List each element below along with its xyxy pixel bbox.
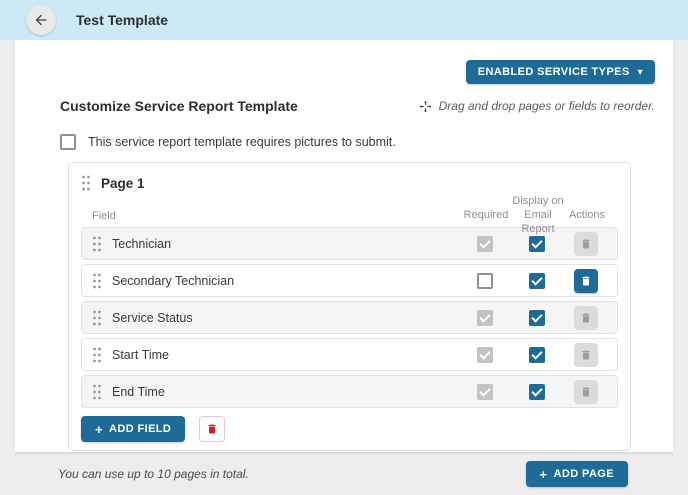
delete-field-button [574, 343, 598, 367]
field-row: Start Time [81, 338, 618, 371]
arrow-left-icon [33, 12, 49, 28]
content-paper: ENABLED SERVICE TYPES ▾ Customize Servic… [15, 40, 673, 453]
pictures-required-checkbox[interactable] [60, 134, 76, 150]
field-label: Service Status [112, 311, 193, 325]
field-drag-handle-icon[interactable] [92, 236, 102, 252]
footer-note: You can use up to 10 pages in total. [58, 467, 249, 481]
field-rows: Technician Secondary Technician [81, 227, 618, 408]
display-email-checkbox[interactable] [529, 347, 545, 363]
field-drag-handle-icon[interactable] [92, 273, 102, 289]
field-label: End Time [112, 385, 165, 399]
enabled-service-types-label: ENABLED SERVICE TYPES [478, 66, 630, 78]
delete-page-button[interactable] [199, 416, 225, 442]
trash-icon [580, 386, 592, 398]
required-checkbox [477, 236, 493, 252]
trash-icon [206, 423, 218, 435]
section-heading: Customize Service Report Template [60, 98, 298, 114]
page-card-title: Page 1 [101, 176, 145, 191]
field-row: Secondary Technician [81, 264, 618, 297]
column-header-display-on-email: Display on Email Report [512, 195, 564, 236]
trash-icon [580, 312, 592, 324]
display-email-checkbox[interactable] [529, 310, 545, 326]
add-field-label: ADD FIELD [109, 423, 171, 435]
enabled-service-types-button[interactable]: ENABLED SERVICE TYPES ▾ [466, 60, 655, 84]
field-label: Technician [112, 237, 171, 251]
pictures-checkbox-label: This service report template requires pi… [88, 135, 396, 149]
display-email-checkbox[interactable] [529, 236, 545, 252]
display-email-checkbox[interactable] [529, 273, 545, 289]
required-checkbox [477, 347, 493, 363]
field-row: End Time [81, 375, 618, 408]
trash-icon [580, 349, 592, 361]
add-page-button[interactable]: + ADD PAGE [526, 461, 628, 487]
add-page-label: ADD PAGE [554, 468, 614, 480]
plus-icon: + [95, 422, 103, 437]
page-card: Page 1 Field Required Display on Email R… [68, 162, 631, 451]
field-label: Secondary Technician [112, 274, 234, 288]
app-header: Test Template [0, 0, 688, 40]
required-checkbox [477, 384, 493, 400]
field-drag-handle-icon[interactable] [92, 384, 102, 400]
field-drag-handle-icon[interactable] [92, 310, 102, 326]
column-header-required: Required [460, 209, 512, 223]
delete-field-button[interactable] [574, 269, 598, 293]
delete-field-button [574, 232, 598, 256]
back-button[interactable] [26, 5, 56, 35]
drag-hint: Drag and drop pages or fields to reorder… [419, 99, 655, 113]
add-field-button[interactable]: + ADD FIELD [81, 416, 185, 442]
drag-hint-text: Drag and drop pages or fields to reorder… [439, 99, 655, 113]
caret-down-icon: ▾ [638, 67, 643, 78]
page-drag-handle-icon[interactable] [81, 175, 91, 191]
column-header-field: Field [91, 210, 460, 222]
required-checkbox [477, 310, 493, 326]
field-row: Service Status [81, 301, 618, 334]
delete-field-button [574, 380, 598, 404]
move-icon [419, 100, 439, 113]
trash-icon [580, 238, 592, 250]
field-drag-handle-icon[interactable] [92, 347, 102, 363]
trash-icon [580, 275, 592, 287]
field-label: Start Time [112, 348, 169, 362]
delete-field-button [574, 306, 598, 330]
column-header-row: Field Required Display on Email Report A… [81, 195, 618, 227]
required-checkbox[interactable] [477, 273, 493, 289]
display-email-checkbox[interactable] [529, 384, 545, 400]
plus-icon: + [540, 467, 548, 482]
page-title: Test Template [76, 12, 168, 28]
column-header-actions: Actions [564, 209, 610, 223]
footer: You can use up to 10 pages in total. + A… [0, 453, 688, 495]
